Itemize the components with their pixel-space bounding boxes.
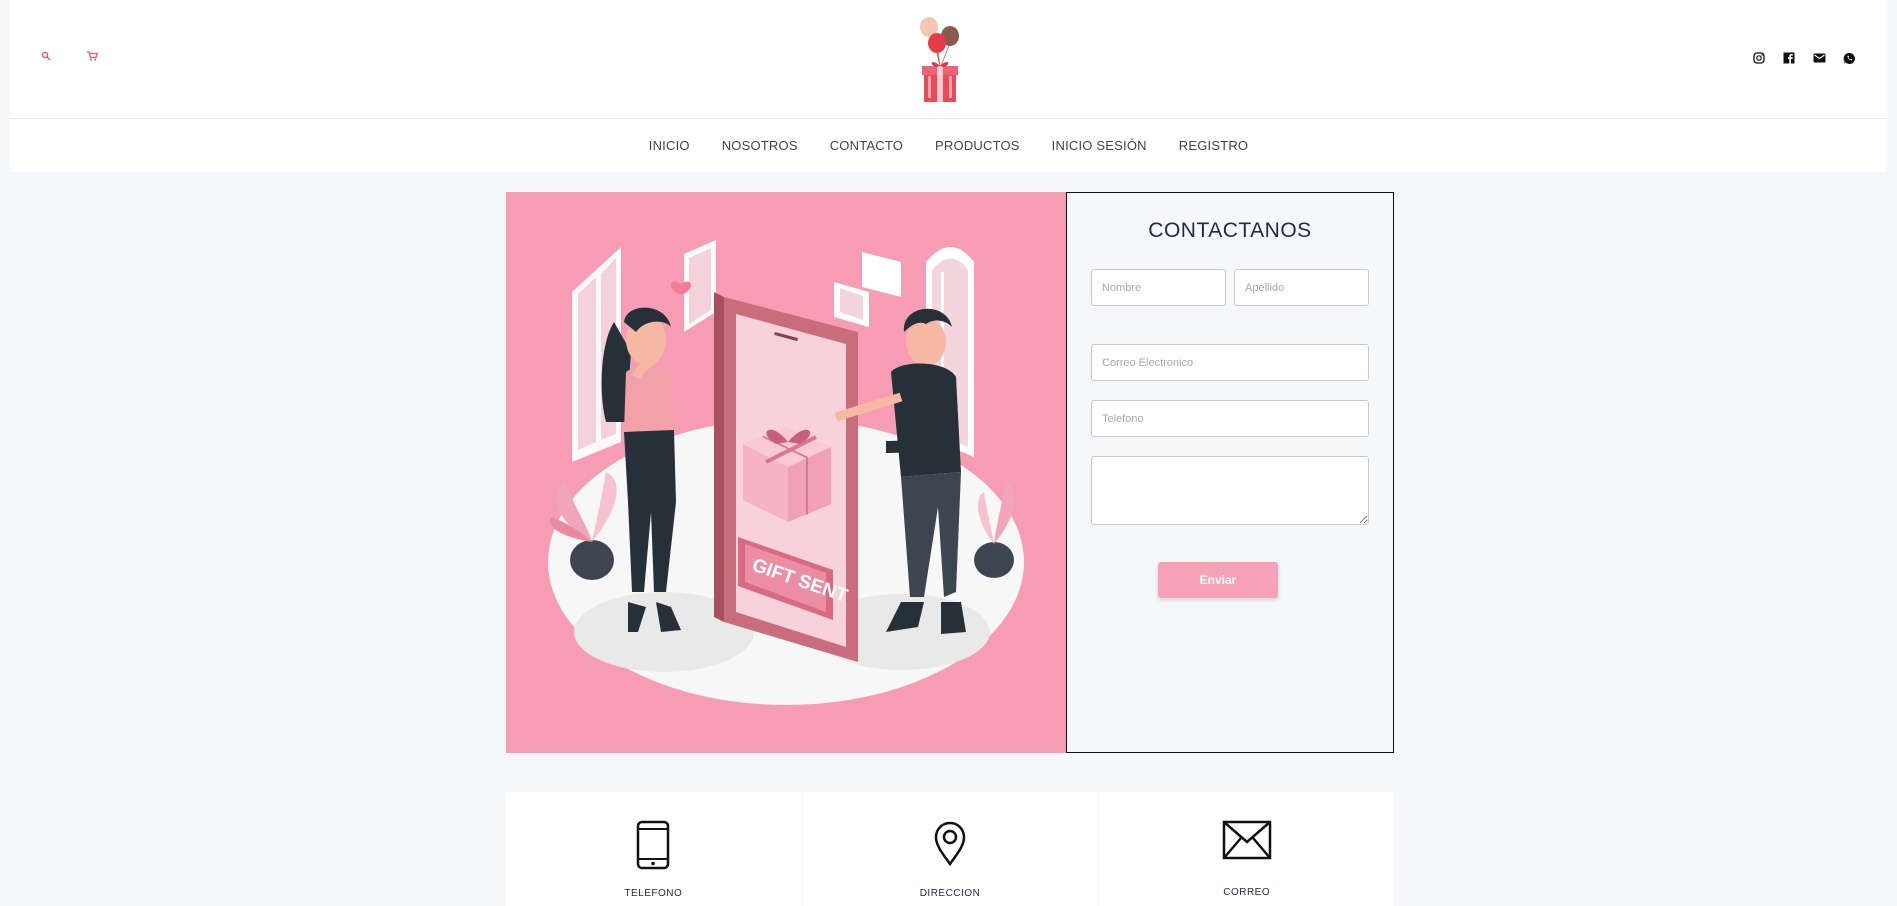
- email-field[interactable]: [1091, 344, 1369, 381]
- card-direccion: DIRECCION: [802, 792, 1098, 906]
- envelope-icon: [1222, 820, 1272, 865]
- nombre-field[interactable]: [1091, 269, 1226, 306]
- card-label: DIRECCION: [919, 888, 981, 899]
- card-correo: CORREO: [1099, 792, 1395, 906]
- brand-logo[interactable]: [910, 14, 970, 106]
- nav-item-contacto[interactable]: CONTACTO: [830, 138, 903, 153]
- cart-icon[interactable]: [84, 48, 100, 64]
- message-field[interactable]: [1091, 456, 1369, 525]
- main-nav: INICIO NOSOTROS CONTACTO PRODUCTOS INICI…: [10, 119, 1887, 172]
- nav-item-inicio-sesion[interactable]: INICIO SESIÓN: [1052, 138, 1147, 153]
- nav-item-nosotros[interactable]: NOSOTROS: [722, 138, 798, 153]
- telefono-field[interactable]: [1091, 400, 1369, 437]
- whatsapp-icon[interactable]: [1841, 50, 1857, 66]
- header-tools: [38, 48, 100, 64]
- search-icon[interactable]: [38, 48, 54, 64]
- mail-icon[interactable]: [1811, 50, 1827, 66]
- instagram-icon[interactable]: [1751, 50, 1767, 66]
- phone-icon: [636, 820, 670, 875]
- contact-info-cards: TELEFONO DIRECCION CORREO: [506, 792, 1395, 906]
- card-label: TELEFONO: [624, 888, 683, 899]
- nav-item-registro[interactable]: REGISTRO: [1179, 138, 1249, 153]
- form-title: CONTACTANOS: [1148, 219, 1312, 242]
- nav-item-inicio[interactable]: INICIO: [649, 138, 690, 153]
- social-links: [1751, 50, 1857, 66]
- contact-form-panel: CONTACTANOS Enviar: [1066, 192, 1394, 753]
- send-button[interactable]: Enviar: [1158, 562, 1278, 598]
- apellido-field[interactable]: [1234, 269, 1369, 306]
- nav-item-productos[interactable]: PRODUCTOS: [935, 138, 1020, 153]
- facebook-icon[interactable]: [1781, 50, 1797, 66]
- location-pin-icon: [933, 820, 967, 871]
- card-label: CORREO: [1223, 887, 1271, 898]
- top-header: [10, 0, 1887, 119]
- gift-sent-illustration: GIFT SENT: [506, 192, 1066, 753]
- card-telefono: TELEFONO: [506, 792, 801, 906]
